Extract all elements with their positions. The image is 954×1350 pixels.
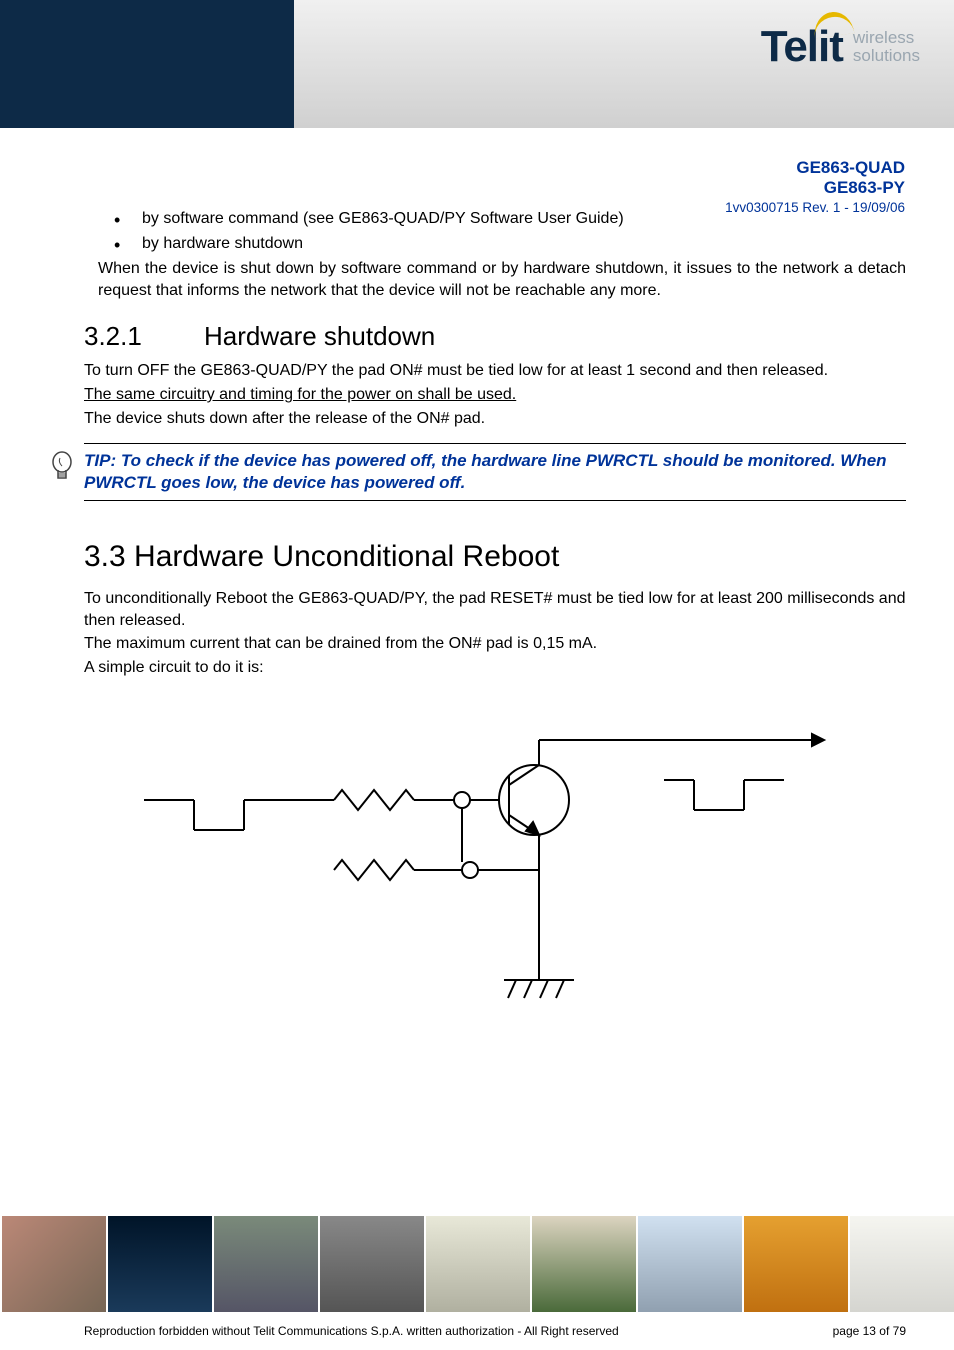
doc-title-1: GE863-QUAD: [725, 158, 905, 178]
paragraph: When the device is shut down by software…: [98, 258, 906, 301]
bullet-text: by software command (see GE863-QUAD/PY S…: [142, 210, 624, 227]
footer-image: [530, 1216, 636, 1312]
circuit-diagram: [84, 720, 904, 1080]
tip-callout: TIP: To check if the device has powered …: [84, 443, 906, 501]
footer-image: [212, 1216, 318, 1312]
doc-title-2: GE863-PY: [725, 178, 905, 198]
header-dark-block: [0, 0, 294, 128]
heading-3-2-1: 3.2.1Hardware shutdown: [84, 319, 906, 354]
paragraph: The device shuts down after the release …: [84, 408, 906, 430]
page-content: by software command (see GE863-QUAD/PY S…: [84, 208, 906, 1087]
header-grey-block: Telit wireless solutions: [294, 0, 954, 128]
paragraph: The maximum current that can be drained …: [84, 633, 906, 655]
footer-copyright: Reproduction forbidden without Telit Com…: [84, 1324, 619, 1338]
footer-image: [848, 1216, 954, 1312]
brand-name: Telit: [761, 22, 843, 72]
lightbulb-icon: [50, 450, 74, 486]
bullet-list: by software command (see GE863-QUAD/PY S…: [84, 208, 906, 254]
footer-image: [742, 1216, 848, 1312]
footer-image: [0, 1216, 106, 1312]
footer-page-number: page 13 of 79: [833, 1324, 906, 1338]
paragraph-underline: The same circuitry and timing for the po…: [84, 384, 906, 406]
bullet-text: by hardware shutdown: [142, 235, 303, 252]
paragraph: To turn OFF the GE863-QUAD/PY the pad ON…: [84, 360, 906, 382]
brand-tagline-2: solutions: [853, 47, 920, 65]
doc-info: GE863-QUAD GE863-PY 1vv0300715 Rev. 1 - …: [725, 158, 905, 215]
paragraph: A simple circuit to do it is:: [84, 657, 906, 679]
tip-text: TIP: To check if the device has powered …: [84, 450, 906, 494]
brand-accent-icon: [811, 9, 854, 38]
bullet-item: by software command (see GE863-QUAD/PY S…: [114, 208, 906, 230]
paragraph: To unconditionally Reboot the GE863-QUAD…: [84, 588, 906, 631]
footer-image: [424, 1216, 530, 1312]
brand-logo: Telit wireless solutions: [761, 22, 920, 72]
heading-number: 3.2.1: [84, 319, 204, 354]
footer-image: [636, 1216, 742, 1312]
bullet-item: by hardware shutdown: [114, 233, 906, 255]
page-header: Telit wireless solutions: [0, 0, 954, 128]
heading-text: Hardware shutdown: [204, 321, 435, 351]
footer-text: Reproduction forbidden without Telit Com…: [84, 1324, 906, 1338]
brand-tagline-1: wireless: [853, 29, 920, 47]
heading-3-3: 3.3 Hardware Unconditional Reboot: [84, 537, 906, 578]
footer-image: [318, 1216, 424, 1312]
footer-image: [106, 1216, 212, 1312]
brand-tagline: wireless solutions: [853, 29, 920, 65]
footer-image-strip: [0, 1216, 954, 1312]
